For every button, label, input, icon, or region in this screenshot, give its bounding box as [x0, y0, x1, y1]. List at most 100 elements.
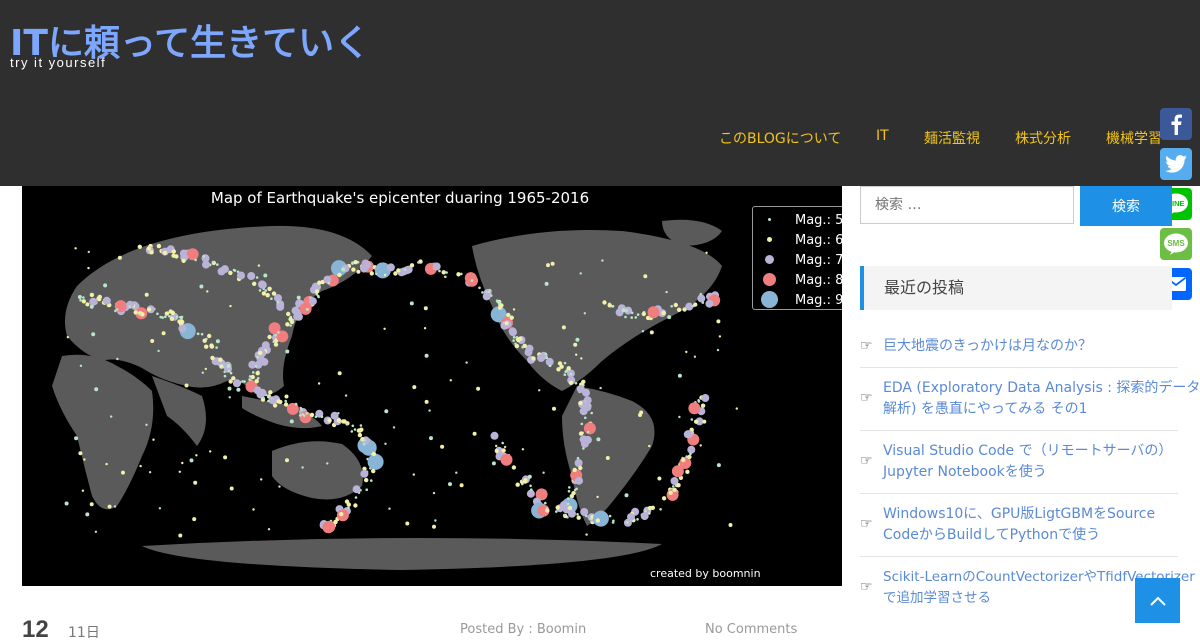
epicenter-point: [367, 453, 384, 470]
epicenter-point: [326, 462, 329, 465]
epicenter-point: [232, 268, 236, 272]
epicenter-point: [256, 355, 259, 359]
epicenter-point: [585, 533, 588, 536]
epicenter-point: [371, 468, 376, 474]
epicenter-point: [66, 336, 69, 339]
main-nav: このBLOGについて IT 麺活監視 株式分析 機械学習: [0, 128, 1200, 148]
epicenter-point: [643, 509, 647, 513]
nav-item-noodle[interactable]: 麺活監視: [924, 128, 980, 148]
map-title: Map of Earthquake's epicenter duaring 19…: [210, 189, 590, 207]
nav-item-about[interactable]: このBLOGについて: [719, 128, 841, 148]
epicenter-point: [161, 331, 166, 336]
epicenter-point: [470, 279, 474, 282]
epicenter-point: [575, 337, 580, 342]
twitter-share-button[interactable]: [1160, 148, 1192, 180]
epicenter-point: [288, 317, 293, 322]
epicenter-point: [204, 344, 209, 349]
recent-post-item[interactable]: ☞ EDA (Exploratory Data Analysis : 探索的デー…: [860, 368, 1200, 431]
featured-image[interactable]: Map of Earthquake's epicenter duaring 19…: [22, 186, 842, 586]
epicenter-point: [77, 295, 82, 299]
epicenter-point: [162, 250, 168, 256]
epicenter-point: [605, 456, 610, 460]
recent-post-link[interactable]: 巨大地震のきっかけは月なのか？: [883, 336, 1179, 357]
epicenter-point: [150, 339, 155, 343]
epicenter-point: [350, 430, 354, 433]
epicenter-point: [285, 349, 290, 354]
nav-item-it[interactable]: IT: [876, 128, 889, 144]
epicenter-point: [648, 512, 651, 515]
epicenter-point: [557, 361, 563, 366]
nav-item-stock[interactable]: 株式分析: [1015, 128, 1071, 148]
epicenter-point: [424, 353, 429, 358]
epicenter-point: [512, 308, 516, 311]
recent-post-link[interactable]: Visual Studio Code で（リモートサーバの） Jupyter No…: [883, 441, 1179, 483]
epicenter-point: [105, 462, 108, 466]
epicenter-point: [688, 402, 701, 415]
recent-post-link[interactable]: EDA (Exploratory Data Analysis : 探索的データ解…: [883, 378, 1200, 420]
epicenter-point: [544, 352, 548, 356]
epicenter-point: [599, 386, 602, 390]
epicenter-point: [647, 306, 660, 319]
epicenter-point: [199, 284, 204, 289]
epicenter-point: [227, 386, 232, 391]
epicenter-point: [384, 409, 389, 414]
epicenter-point: [209, 450, 212, 453]
epicenter-point: [263, 273, 268, 278]
epicenter-point: [258, 350, 263, 356]
recent-post-link[interactable]: Windows10に、GPU版LigtGBMをSource CodeからBuild…: [883, 504, 1179, 546]
map-legend: Mag.: 5. Mag.: 6. Mag.: 7. Mag.: 8. Mag.…: [752, 206, 842, 310]
epicenter-point: [383, 327, 386, 330]
epicenter-point: [274, 333, 277, 337]
epicenter-point: [260, 357, 269, 366]
epicenter-point: [353, 428, 357, 431]
epicenter-point: [548, 364, 552, 367]
epicenter-point: [298, 414, 302, 417]
epicenter-point: [205, 337, 208, 341]
search-button[interactable]: 検索: [1080, 186, 1172, 226]
epicenter-point: [459, 483, 464, 488]
epicenter-point: [89, 304, 94, 309]
epicenter-point: [261, 291, 267, 296]
epicenter-point: [690, 418, 694, 421]
epicenter-point: [601, 259, 604, 262]
recent-post-item[interactable]: ☞ Scikit-LearnのCountVectorizerやTfidfVect…: [860, 557, 1195, 620]
epicenter-point: [640, 512, 649, 521]
epicenter-point: [705, 251, 708, 254]
epicenter-point: [432, 491, 436, 495]
epicenter-point: [317, 382, 321, 385]
epicenter-point: [537, 354, 546, 362]
recent-post-item[interactable]: ☞ Windows10に、GPU版LigtGBMをSource CodeからBui…: [860, 494, 1178, 557]
sms-share-button[interactable]: SMS: [1160, 228, 1192, 260]
recent-post-item[interactable]: ☞ 巨大地震のきっかけは月なのか？: [860, 326, 1178, 368]
search-input[interactable]: [860, 186, 1074, 224]
epicenter-point: [193, 480, 198, 485]
epicenter-point: [412, 473, 415, 476]
recent-post-item[interactable]: ☞ Visual Studio Code で（リモートサーバの） Jupyter …: [860, 431, 1178, 494]
epicenter-point: [625, 309, 629, 312]
epicenter-point: [580, 508, 589, 516]
epicenter-point: [527, 474, 532, 479]
facebook-share-button[interactable]: [1160, 108, 1192, 140]
epicenter-point: [363, 260, 372, 269]
epicenter-point: [337, 371, 342, 376]
epicenter-point: [409, 301, 414, 306]
nav-item-ml[interactable]: 機械学習: [1106, 128, 1162, 148]
epicenter-point: [482, 292, 491, 301]
epicenter-point: [388, 507, 391, 510]
epicenter-point: [602, 300, 607, 305]
epicenter-point: [248, 360, 257, 369]
epicenter-point: [220, 265, 229, 274]
epicenter-point: [262, 396, 265, 400]
back-to-top-button[interactable]: [1135, 578, 1180, 623]
legend-label: Mag.: 6.: [795, 233, 842, 248]
epicenter-point: [229, 486, 234, 491]
epicenter-point: [267, 528, 271, 531]
epicenter-point: [228, 396, 231, 399]
legend-label: Mag.: 8.: [795, 273, 842, 288]
epicenter-point: [716, 463, 721, 468]
epicenter-point: [364, 477, 369, 483]
epicenter-point: [237, 271, 245, 280]
epicenter-point: [665, 290, 668, 294]
legend-item: Mag.: 7.: [753, 251, 842, 269]
epicenter-point: [636, 313, 640, 316]
